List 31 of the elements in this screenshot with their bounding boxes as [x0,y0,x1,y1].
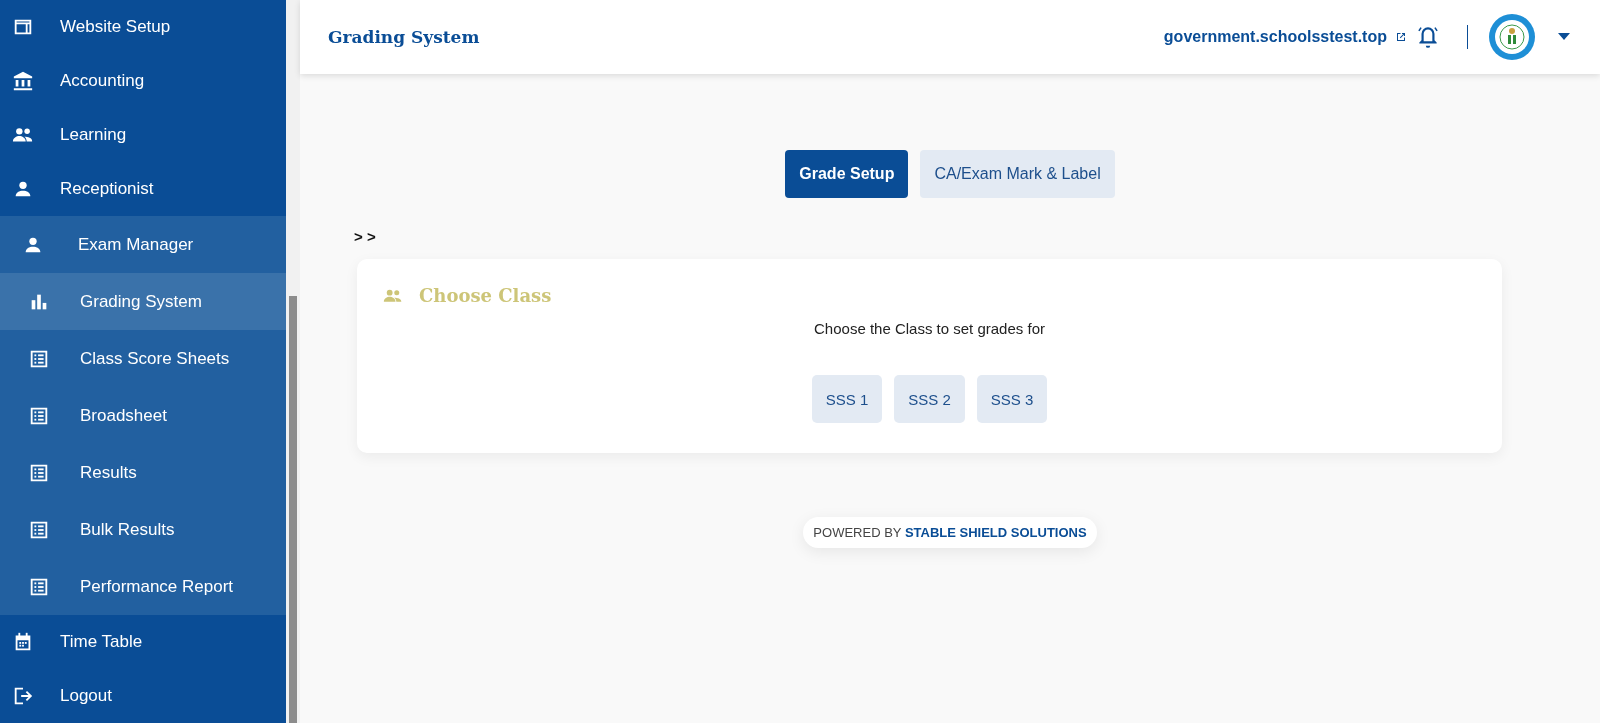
sidebar-item[interactable]: Learning [0,108,286,162]
external-link-icon [1395,31,1407,43]
page-title: Grading System [328,27,481,47]
school-logo-icon[interactable] [1488,13,1536,61]
sidebar-subitem[interactable]: Broadsheet [0,387,286,444]
class-button[interactable]: SSS 2 [894,375,965,423]
tab[interactable]: CA/Exam Mark & Label [920,150,1115,198]
sidebar-subitem[interactable]: Results [0,444,286,501]
sidebar-item[interactable]: Exam Manager [0,216,286,273]
class-button[interactable]: SSS 3 [976,375,1048,423]
caret-down-icon [1558,33,1570,41]
sidebar-subitem[interactable]: Performance Report [0,558,286,615]
sidebar-item[interactable]: Website Setup [0,0,286,54]
sidebar-subitem[interactable]: Bulk Results [0,501,286,558]
powered-by-text: POWERED BY STABLE SHIELD SOLUTIONS [803,517,1097,548]
logout-icon [12,685,34,707]
bank-icon [12,70,34,92]
sidebar-subitem[interactable]: Grading System [0,273,286,330]
sidebar-subitem[interactable]: Class Score Sheets [0,330,286,387]
sidebar-item[interactable]: Receptionist [0,162,286,216]
instruction-text: Choose the Class to set grades for [814,320,1045,337]
site-link[interactable]: government.schoolsstest.top [1163,28,1387,46]
class-button[interactable]: SSS 1 [811,375,883,423]
card-title: Choose Class [419,285,552,306]
sidebar-item[interactable]: Accounting [0,54,286,108]
tab[interactable]: Grade Setup [785,150,909,198]
bell-icon [1415,24,1441,50]
sidebar-item[interactable]: Time Table [0,615,286,669]
sidebar-item[interactable]: Logout [0,669,286,723]
breadcrumb: > > [354,228,376,245]
scrollbar[interactable] [286,0,300,723]
